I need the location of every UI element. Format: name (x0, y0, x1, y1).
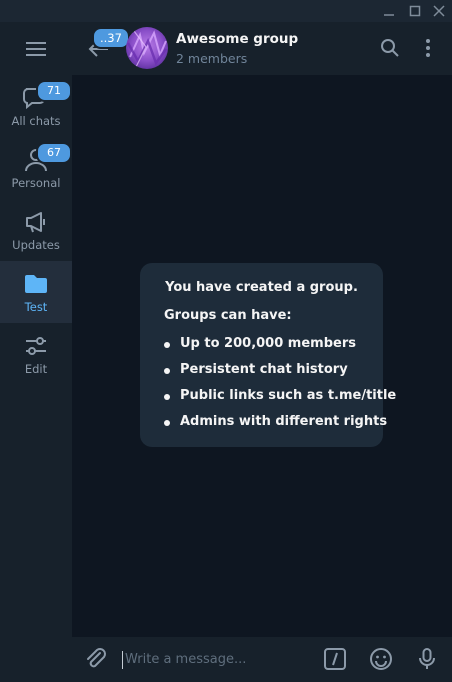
folders-sidebar: 71 All chats 67 Personal Updates Test Ed… (0, 22, 72, 682)
close-icon[interactable] (428, 0, 450, 22)
service-title: You have created a group. (165, 280, 358, 295)
folder-label: Test (24, 300, 48, 314)
microphone-icon[interactable] (415, 647, 439, 671)
window-titlebar (0, 0, 452, 22)
chat-header: ..37 Awesome group 2 members (72, 22, 452, 75)
message-placeholder: Write a message... (125, 652, 247, 667)
unread-badge: 67 (36, 142, 72, 164)
folder-updates[interactable]: Updates (0, 199, 72, 261)
paperclip-icon[interactable] (84, 647, 108, 671)
folder-label: All chats (11, 114, 61, 128)
emoji-icon[interactable] (369, 647, 393, 671)
folder-all-chats[interactable]: 71 All chats (0, 75, 72, 137)
folder-personal[interactable]: 67 Personal (0, 137, 72, 199)
group-created-service-message: You have created a group. Groups can hav… (140, 263, 396, 447)
chat-title[interactable]: Awesome group (176, 31, 298, 47)
folder-label: Updates (12, 238, 60, 252)
sliders-icon (26, 337, 46, 355)
unread-badge: ..37 (92, 27, 130, 49)
folder-test[interactable]: Test (0, 261, 72, 323)
hamburger-icon (26, 42, 46, 56)
maximize-icon[interactable] (404, 0, 426, 22)
chat-subtitle: 2 members (176, 51, 248, 66)
search-icon[interactable] (380, 38, 400, 58)
minimize-icon[interactable] (378, 0, 400, 22)
megaphone-icon (26, 212, 45, 233)
text-caret (122, 651, 123, 669)
folder-icon (25, 275, 47, 293)
bot-command-icon[interactable] (323, 647, 347, 671)
message-composer: Write a message... (72, 637, 452, 682)
folder-edit[interactable]: Edit (0, 323, 72, 385)
avatar[interactable] (126, 27, 168, 69)
main-menu-button[interactable] (0, 22, 72, 74)
folder-label: Edit (24, 362, 48, 376)
service-subtitle: Groups can have: (164, 308, 292, 323)
more-vertical-icon[interactable] (418, 38, 438, 58)
message-input[interactable]: Write a message... (122, 649, 302, 671)
unread-badge: 71 (36, 80, 72, 102)
chat-history[interactable]: You have created a group. Groups can hav… (72, 75, 452, 637)
folder-label: Personal (11, 176, 61, 190)
